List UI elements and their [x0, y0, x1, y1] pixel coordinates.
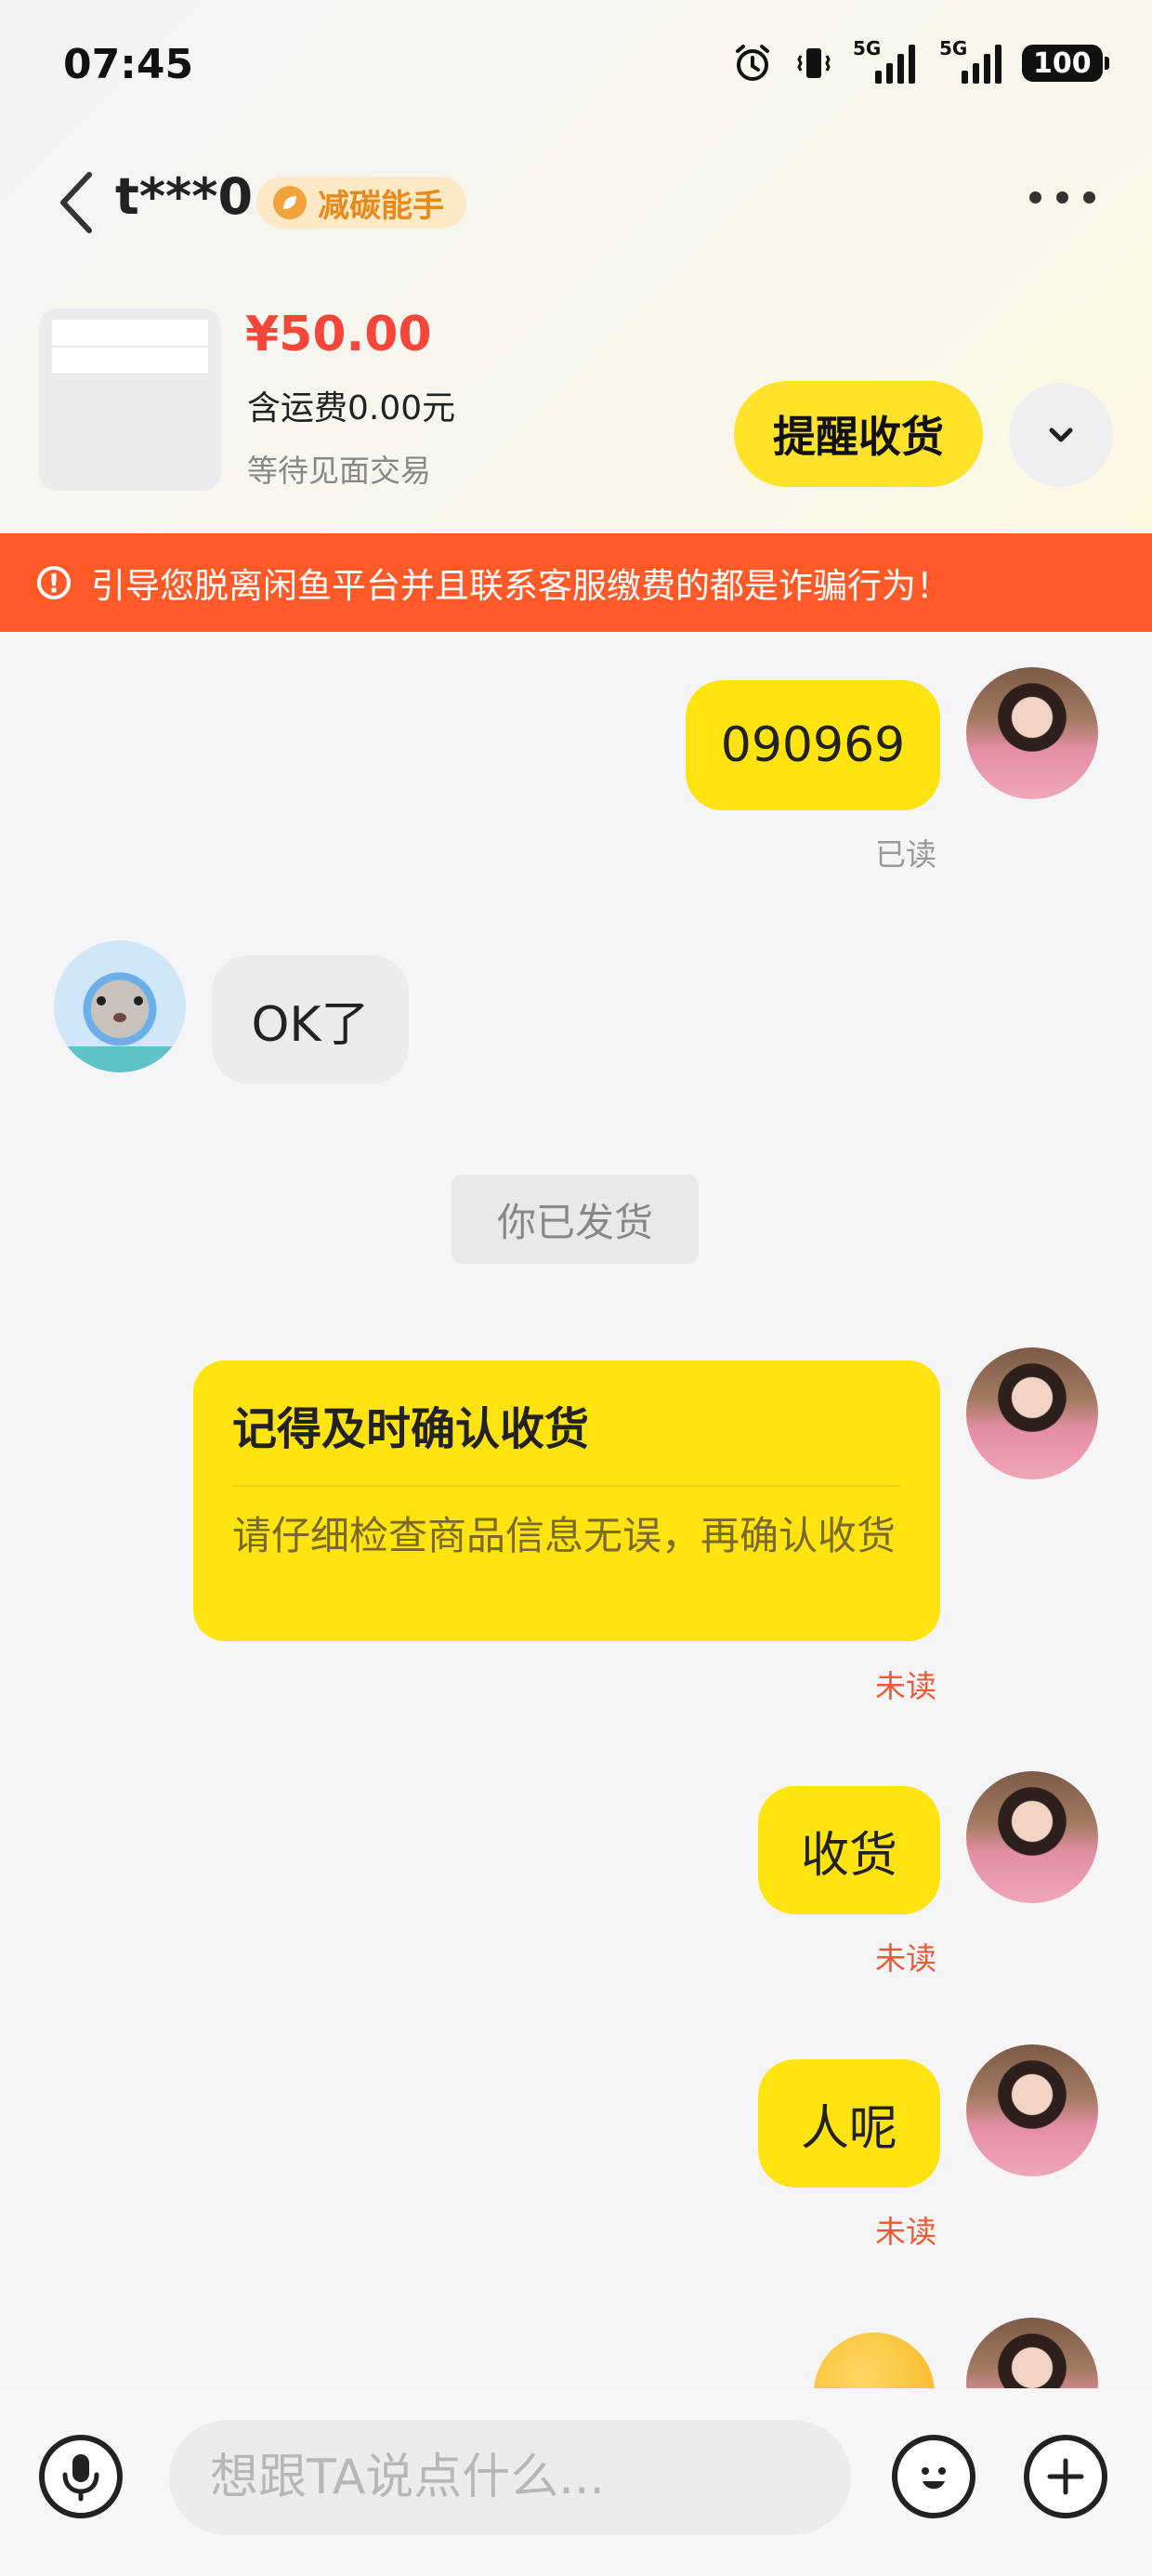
badge-label: 减碳能手 — [318, 187, 444, 225]
signal-label: 5G — [853, 37, 882, 59]
unread-status: 未读 — [875, 1668, 936, 1704]
fraud-warning-banner: ! 引导您脱离闲鱼平台并且联系客服缴费的都是诈骗行为！ — [0, 533, 1152, 632]
message-bubble[interactable]: 人呢 — [758, 2059, 940, 2188]
message-bubble[interactable]: OK了 — [212, 955, 409, 1084]
unread-status: 未读 — [875, 1940, 936, 1977]
message-input[interactable] — [208, 2449, 806, 2506]
plus-icon — [1047, 2458, 1084, 2495]
warning-text: 引导您脱离闲鱼平台并且联系客服缴费的都是诈骗行为！ — [91, 566, 950, 606]
status-time: 07:45 — [63, 41, 194, 88]
voice-button[interactable] — [39, 2435, 123, 2518]
message-bubble[interactable]: 090969 — [686, 680, 940, 810]
back-icon[interactable] — [56, 169, 97, 236]
battery-level: 100 — [1033, 46, 1092, 80]
avatar[interactable] — [966, 667, 1098, 799]
expand-button[interactable] — [1009, 383, 1113, 487]
avatar[interactable] — [966, 1771, 1098, 1903]
add-button[interactable] — [1024, 2435, 1107, 2518]
system-message: 你已发货 — [452, 1175, 699, 1264]
vibrate-icon — [797, 48, 831, 78]
user-badge[interactable]: 减碳能手 — [256, 177, 466, 229]
alert-icon: ! — [37, 566, 71, 599]
chevron-down-icon — [1049, 427, 1073, 442]
more-icon[interactable] — [1029, 191, 1095, 204]
alarm-icon — [736, 45, 769, 81]
signal-label: 5G — [939, 37, 968, 59]
card-title: 记得及时确认收货 — [232, 1403, 590, 1455]
product-price: ¥50.00 — [245, 307, 432, 362]
unread-status: 未读 — [875, 2214, 936, 2250]
confirm-receipt-card[interactable]: 记得及时确认收货 请仔细检查商品信息无误，再确认收货 — [193, 1360, 940, 1641]
avatar[interactable] — [54, 940, 186, 1072]
chat-title: t***0 — [115, 167, 254, 226]
trade-status: 等待见面交易 — [247, 453, 431, 489]
avatar[interactable] — [966, 2044, 1098, 2176]
leaf-icon — [273, 186, 307, 219]
message-bubble[interactable]: 收货 — [758, 1786, 940, 1914]
status-icons: 5G 5G 100 — [732, 37, 1109, 84]
remind-receipt-button[interactable]: 提醒收货 — [734, 381, 983, 487]
smiley-icon — [922, 2467, 946, 2490]
shipping-info: 含运费0.00元 — [247, 389, 456, 427]
avatar[interactable] — [966, 1347, 1098, 1479]
product-thumbnail[interactable] — [39, 309, 221, 491]
card-body: 请仔细检查商品信息无误，再确认收货 — [232, 1513, 897, 1558]
message-input-box[interactable] — [169, 2420, 851, 2535]
card-divider — [232, 1485, 901, 1487]
microphone-icon — [62, 2454, 99, 2502]
emoji-button[interactable] — [892, 2435, 975, 2518]
signal-icon: 5G — [853, 37, 915, 84]
read-status: 已读 — [875, 836, 936, 873]
signal-icon: 5G — [939, 37, 1001, 84]
battery-icon: 100 — [1022, 45, 1109, 82]
